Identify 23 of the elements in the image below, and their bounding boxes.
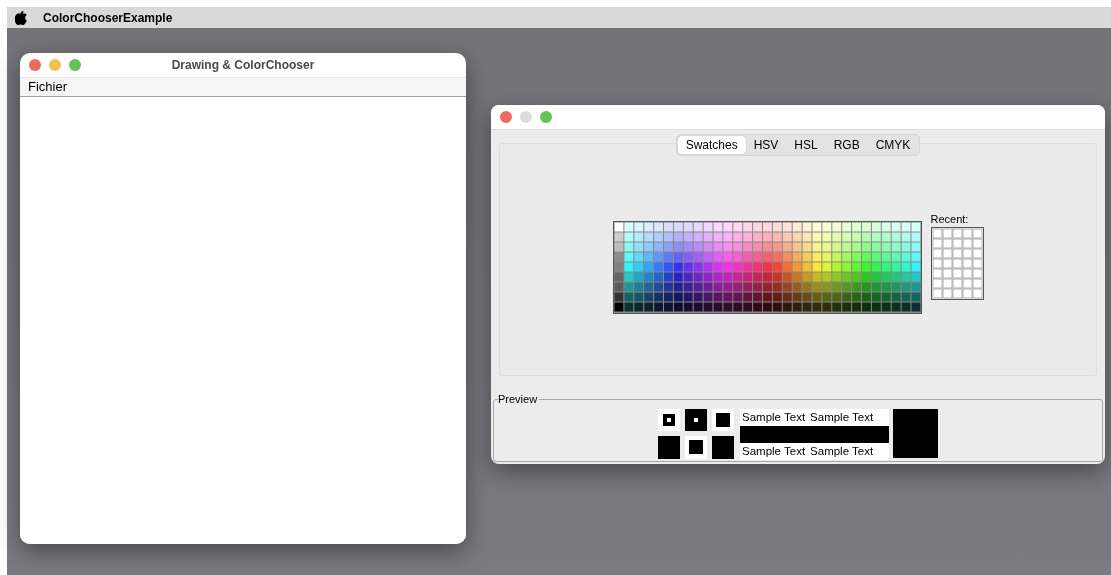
close-button[interactable]	[29, 59, 41, 71]
recent-label: Recent:	[930, 213, 970, 226]
sample-text: Sample Text	[810, 443, 874, 459]
tab[interactable]: HSV	[745, 136, 787, 154]
app-name[interactable]: ColorChooserExample	[43, 8, 173, 27]
close-button[interactable]	[500, 111, 512, 123]
window-title: Drawing & ColorChooser	[170, 57, 316, 74]
tab[interactable]: HSL	[786, 136, 826, 154]
menu-item[interactable]: Fichier	[28, 77, 67, 97]
zoom-button[interactable]	[540, 111, 552, 123]
sample-text: Sample Text	[742, 409, 806, 425]
recent-swatch-grid[interactable]	[930, 227, 984, 300]
minimize-button[interactable]	[49, 59, 61, 71]
sample-text: Sample Text	[742, 443, 806, 459]
apple-icon[interactable]	[15, 10, 27, 25]
sample-text: Sample Text	[810, 409, 874, 425]
tab[interactable]: Swatches	[677, 136, 746, 154]
tab[interactable]: RGB	[825, 136, 868, 154]
group-label: Preview	[498, 393, 540, 405]
color-swatch-grid[interactable]	[612, 221, 922, 314]
tab[interactable]: CMYK	[867, 136, 919, 154]
preview-color-square	[893, 409, 938, 458]
zoom-button[interactable]	[69, 59, 81, 71]
